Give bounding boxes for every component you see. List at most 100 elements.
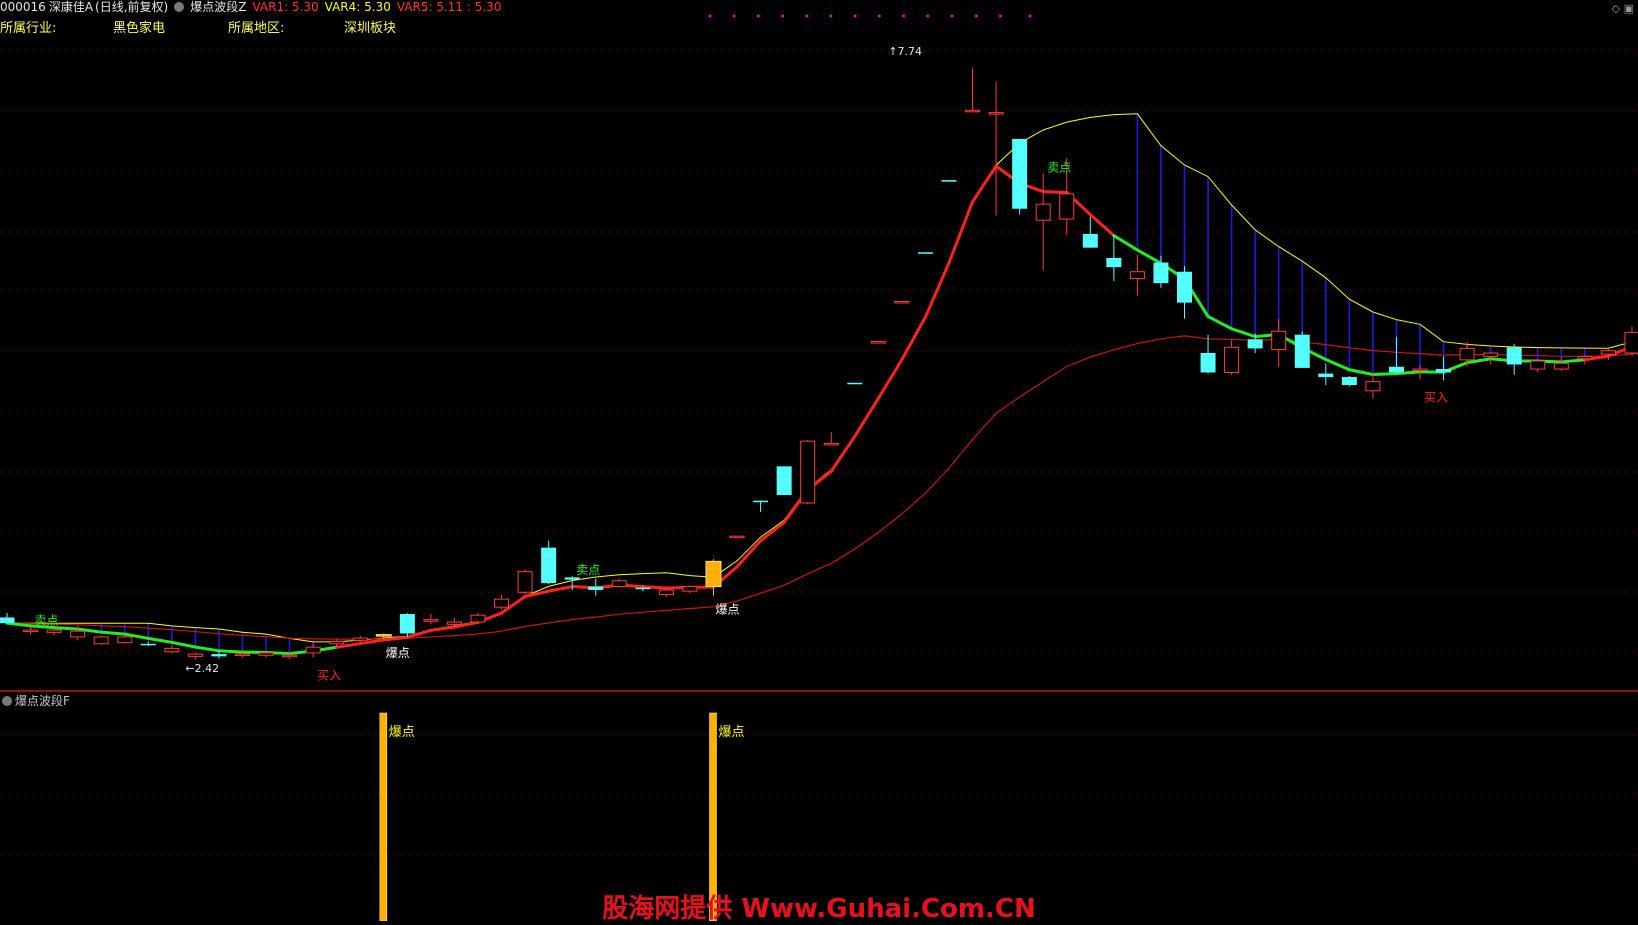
sub-panel-title[interactable]: 爆点波段F [15,694,70,708]
fast-ma-segment [172,642,196,647]
burst-label: 爆点 [716,603,740,617]
sub-indicator-toggle-icon[interactable] [2,696,12,706]
slow-ma-line [7,336,1638,639]
indicator-toggle-icon[interactable] [174,2,184,12]
fast-ma-segment [1326,360,1350,370]
up-candle [94,637,108,644]
up-candle [1036,204,1050,220]
up-candle [1272,331,1286,349]
top-marker-dot [854,15,857,18]
panel-icon[interactable]: ▣ [1624,2,1634,15]
down-candle [1153,263,1168,284]
low-price-label: ←2.42 [185,662,219,675]
sell-label: 卖点 [1047,160,1071,174]
indicator-name[interactable]: 爆点波段Z [190,0,246,14]
up-candle [801,441,815,503]
up-candle [1225,347,1239,372]
up-candle [188,654,202,656]
down-candle [753,501,768,503]
top-marker-dot [709,15,712,18]
header-bar: 000016深康佳A(日线,前复权)爆点波段ZVAR1: 5.30VAR4: 5… [0,0,507,16]
top-marker-dot [757,15,760,18]
up-candle [518,572,532,593]
chart-canvas: 爆点爆点买入买入卖点卖点卖点←2.42↑7.74爆点爆点 [0,0,1638,921]
down-candle [942,180,957,182]
down-candle [1012,139,1027,209]
up-candle [236,654,250,656]
down-candle [1248,339,1263,348]
up-candle [118,637,132,643]
top-marker-dot [805,15,808,18]
up-candle [1060,194,1074,219]
stock-code: 000016 [0,0,46,14]
var1-readout: VAR1: 5.30 [252,0,318,14]
fast-ma-segment [925,263,949,317]
top-marker-dot [1029,15,1032,18]
industry-label: 所属行业: [0,17,56,36]
up-candle [1578,356,1592,358]
top-marker-dot [830,15,833,18]
down-candle [588,587,603,590]
stock-name: 深康佳A [49,0,93,14]
up-candle [283,655,297,657]
top-marker-dot [926,15,929,18]
up-candle [1413,369,1427,371]
up-candle [1460,348,1474,359]
up-candle [71,631,85,637]
fast-ma-segment [549,587,573,592]
down-candle [777,466,792,495]
down-candle [1342,377,1357,385]
fast-ma-segment [219,651,243,652]
diamond-icon[interactable]: ◇ [1612,2,1620,15]
burst-label: 爆点 [386,646,410,660]
up-candle [683,587,697,592]
upper-band-line [7,114,1638,642]
industry-value: 黑色家电 [113,17,165,36]
up-candle [1130,272,1144,279]
up-candle [330,641,344,643]
top-marker-dot [878,15,881,18]
up-candle [1366,382,1380,391]
down-candle [541,548,556,583]
down-candle [1436,369,1451,372]
burst-candle [706,561,721,586]
fast-ma-segment [431,627,455,630]
fast-ma-segment [1090,215,1114,236]
down-candle [1507,347,1522,364]
fast-ma-segment [101,632,125,634]
up-candle [1625,332,1638,353]
down-candle [918,252,933,254]
fast-ma-segment [1373,374,1397,375]
down-candle [847,383,862,385]
up-candle [471,615,485,622]
top-marker-dot [781,15,784,18]
region-label: 所属地区: [228,17,284,36]
down-candle [565,577,580,579]
buy-label: 买入 [317,669,341,683]
up-candle [47,630,61,632]
top-marker-dot [975,15,978,18]
up-candle [1554,363,1568,369]
fast-ma-segment [1114,236,1138,250]
top-marker-dot [902,15,905,18]
sell-label: 卖点 [576,563,600,577]
high-price-label: ↑7.74 [888,45,922,58]
up-candle [966,110,980,112]
fast-ma-segment [878,360,902,399]
up-candle [1601,351,1615,354]
up-candle [612,581,626,587]
up-candle [895,301,909,303]
down-candle [1177,272,1192,303]
up-candle [495,599,509,607]
fast-ma-segment [902,317,926,360]
up-candle [353,638,367,640]
fast-ma-segment [855,398,879,436]
fast-ma-segment [737,541,761,567]
fast-ma-segment [148,638,172,642]
down-candle [400,614,415,633]
up-candle [306,647,320,653]
up-candle [871,342,885,344]
up-candle [259,653,273,655]
top-marker-dot [733,15,736,18]
fast-ma-segment [1043,192,1067,193]
